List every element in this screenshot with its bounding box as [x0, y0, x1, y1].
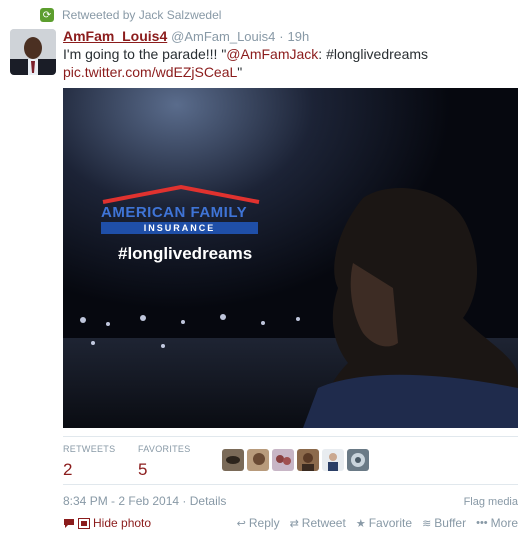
avatar-image [10, 29, 56, 75]
display-name[interactable]: AmFam_Louis4 [63, 28, 167, 44]
favoriter-avatar[interactable] [247, 449, 269, 471]
tweet-meta: 8:34 PM - 2 Feb 2014 · Details [63, 494, 226, 508]
tweet-photo[interactable]: AMERICAN FAMILY INSURANCE #longlivedream… [63, 88, 518, 428]
favoriter-avatar[interactable] [272, 449, 294, 471]
timestamp-short[interactable]: 19h [288, 29, 310, 44]
buffer-icon: ≋ [422, 517, 432, 530]
brand-name: AMERICAN FAMILY [101, 204, 248, 221]
tweet-actions: ↩ Reply ⇄ Retweet ★ Favorite ≋ Buffer ••… [237, 516, 518, 530]
more-icon: ••• [476, 517, 488, 529]
details-link[interactable]: Details [190, 494, 227, 508]
avatar-image [297, 449, 319, 471]
favorite-button[interactable]: ★ Favorite [356, 516, 412, 530]
hide-photo-label: Hide photo [93, 516, 152, 530]
full-timestamp: 8:34 PM - 2 Feb 2014 [63, 494, 180, 508]
mention-link[interactable]: @AmFamJack [226, 46, 318, 62]
favoriter-avatar[interactable] [297, 449, 319, 471]
reply-icon: ↩ [236, 517, 246, 530]
reply-label: Reply [248, 516, 280, 530]
avatar-image [222, 449, 244, 471]
retweet-banner: ⟳ Retweeted by Jack Salzwedel [40, 8, 221, 22]
favorites-stat[interactable]: FAVORITES 5 [138, 444, 213, 480]
separator: · [279, 29, 284, 44]
tweet-text-end: " [237, 64, 243, 80]
avatar-image [247, 449, 269, 471]
more-button[interactable]: ••• More [476, 516, 518, 530]
retweet-label: Retweet [301, 516, 346, 530]
favorites-label: FAVORITES [138, 444, 191, 454]
retweet-banner-text[interactable]: Retweeted by Jack Salzwedel [62, 8, 221, 22]
comment-icon [64, 518, 74, 528]
divider-top [63, 436, 518, 437]
retweets-label: RETWEETS [63, 444, 116, 454]
favoriter-avatars [222, 449, 369, 471]
avatar-image [272, 449, 294, 471]
tweet-stats: RETWEETS 2 FAVORITES 5 [63, 444, 213, 480]
retweets-count: 2 [63, 460, 73, 479]
favorites-count: 5 [138, 460, 148, 479]
more-label: More [490, 516, 518, 530]
brand-logo: AMERICAN FAMILY INSURANCE [101, 204, 258, 234]
tweet-header: AmFam_Louis4 @AmFam_Louis4 · 19h [63, 28, 309, 44]
media-link[interactable]: pic.twitter.com/wdEZjSCeaL [63, 64, 237, 80]
avatar-image [322, 449, 344, 471]
tweet-text: I'm going to the parade!!! "@AmFamJack: … [63, 45, 523, 81]
avatar[interactable] [10, 29, 56, 75]
buffer-button[interactable]: ≋ Buffer [422, 516, 466, 530]
retweets-stat[interactable]: RETWEETS 2 [63, 444, 138, 480]
user-handle[interactable]: @AmFam_Louis4 [171, 29, 275, 44]
avatar-image [347, 449, 369, 471]
tweet-text-middle: : #longlivedreams [318, 46, 429, 62]
tweet-text-main: I'm going to the parade!!! " [63, 46, 227, 62]
hide-photo-button[interactable]: Hide photo [63, 516, 151, 530]
brand-subtitle: INSURANCE [101, 222, 258, 234]
photo-hashtag: #longlivedreams [118, 244, 253, 263]
flag-media-link[interactable]: Flag media [464, 496, 518, 508]
brand-roof-icon [102, 184, 260, 204]
favoriter-avatar[interactable] [222, 449, 244, 471]
favoriter-avatar[interactable] [322, 449, 344, 471]
star-icon: ★ [355, 517, 366, 530]
buffer-label: Buffer [434, 516, 467, 530]
retweet-button[interactable]: ⇄ Retweet [290, 516, 346, 530]
photo-icon [78, 517, 90, 529]
retweet-action-icon: ⇄ [289, 517, 299, 530]
favorite-label: Favorite [368, 516, 413, 530]
favoriter-avatar[interactable] [347, 449, 369, 471]
divider-bottom [63, 484, 518, 485]
reply-button[interactable]: ↩ Reply [237, 516, 280, 530]
meta-separator: · [179, 494, 190, 508]
retweet-icon: ⟳ [40, 8, 54, 22]
